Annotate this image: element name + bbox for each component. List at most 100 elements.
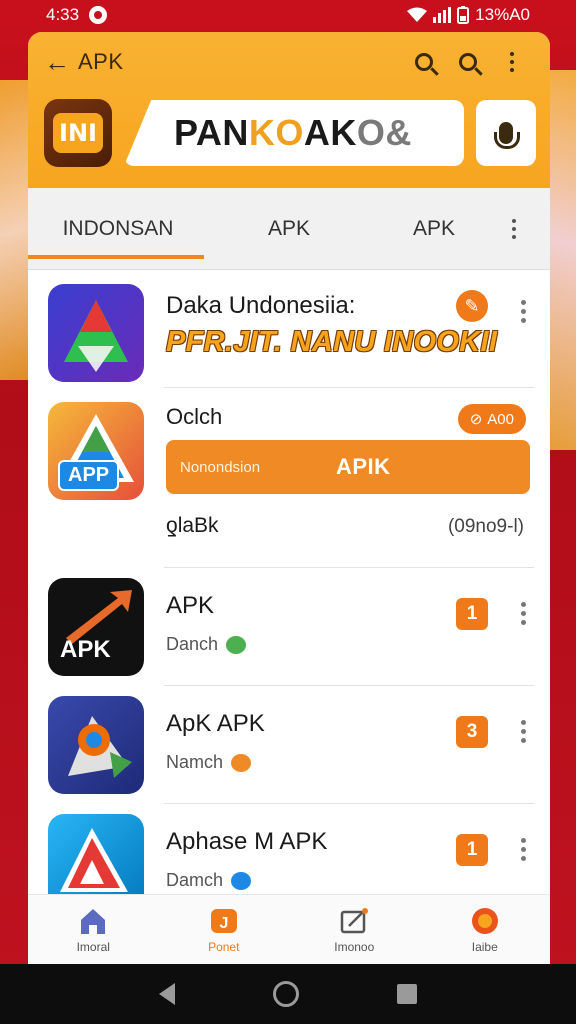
- search-text-part: K: [248, 112, 276, 153]
- tab-apk-2[interactable]: APK: [374, 217, 494, 241]
- active-tab-indicator: [28, 255, 204, 259]
- search-row: INI PAN K O AK O &: [28, 92, 550, 174]
- tab-indonsan[interactable]: INDONSAN: [28, 217, 204, 241]
- nav-item-apps[interactable]: J Ponet: [159, 895, 290, 964]
- promo-title: PFR.JIT. NANU INOOKII: [166, 326, 498, 358]
- add-button[interactable]: ⊘ A00: [457, 404, 526, 434]
- status-bar: 4:33 13%A0: [0, 0, 576, 30]
- battery-icon: [457, 6, 470, 24]
- nav-item-profile[interactable]: Iaibe: [420, 895, 551, 964]
- app-icon: APK: [48, 578, 144, 676]
- bottom-navigation: Imoral J Ponet Imonoo Iaibe: [28, 894, 550, 964]
- link-icon: ⊘: [469, 411, 483, 428]
- home-icon: [81, 908, 106, 934]
- apk-download-bar[interactable]: Nonondsion APIK: [166, 440, 530, 494]
- search-button-2[interactable]: [446, 40, 490, 84]
- status-time: 4:33: [46, 5, 80, 24]
- app-header: ← APK INI PAN K O AK O &: [28, 32, 550, 188]
- bar-note: Nonondsion: [180, 458, 261, 476]
- search-text-part: PAN: [174, 112, 249, 153]
- category-icon: [231, 872, 252, 891]
- search-icon: [415, 53, 433, 71]
- system-recents-icon[interactable]: [397, 984, 417, 1004]
- item-subtitle-text: Danch: [166, 634, 219, 654]
- add-button-label: A00: [487, 410, 514, 428]
- category-icon: [226, 636, 247, 655]
- item-title: ApK APK: [166, 710, 265, 737]
- featured-item[interactable]: APP Oclch ⊘ A00 Nonondsion APIK ƍlaBk (0…: [28, 388, 550, 568]
- app-icon: [48, 284, 144, 382]
- app-icon: APP: [48, 402, 144, 500]
- list-item[interactable]: APK APK Danch 1: [28, 568, 550, 686]
- item-menu-button[interactable]: [521, 602, 526, 625]
- system-navigation-bar: [0, 964, 576, 1024]
- app-window: ← APK INI PAN K O AK O & INDONSAN APK AP…: [28, 32, 550, 964]
- app-logo[interactable]: INI: [44, 99, 112, 167]
- search-text-part: O: [356, 112, 386, 153]
- item-subtitle: Damch: [166, 870, 252, 891]
- category-icon: [231, 754, 252, 773]
- system-home-icon[interactable]: [273, 981, 299, 1007]
- app-icon-label: APP: [58, 460, 120, 491]
- search-text-part: O: [275, 112, 304, 153]
- more-vertical-icon: [521, 602, 526, 625]
- svg-text:J: J: [219, 915, 228, 932]
- item-title: Aphase M APK: [166, 828, 328, 855]
- item-menu-button[interactable]: [521, 838, 526, 861]
- app-icon: [48, 696, 144, 794]
- more-vertical-icon: [521, 300, 526, 323]
- more-vertical-icon: [521, 720, 526, 743]
- item-footer-left: ƍlaBk: [166, 514, 219, 537]
- app-logo-text: INI: [53, 113, 103, 153]
- search-button[interactable]: [402, 40, 446, 84]
- location-logo-icon: [68, 716, 132, 778]
- item-title: APK: [166, 592, 215, 619]
- voice-search-button[interactable]: [476, 100, 536, 166]
- top-app-bar: ← APK: [28, 32, 550, 92]
- nav-label: Ponet: [208, 939, 240, 954]
- apps-icon: J: [210, 908, 237, 933]
- item-subtitle-text: Namch: [166, 752, 224, 772]
- rank-badge: 3: [456, 716, 488, 748]
- edit-box-icon: [341, 907, 369, 933]
- nav-label: Iaibe: [471, 939, 498, 954]
- signal-icon: [433, 7, 452, 23]
- more-vertical-icon: [512, 218, 516, 239]
- nav-item-updates[interactable]: Imonoo: [289, 895, 420, 964]
- item-footer-right: (09no9-l): [447, 516, 524, 537]
- app-icon-label: APK: [60, 636, 111, 663]
- bar-label: APIK: [336, 454, 391, 479]
- nav-label: Imoral: [76, 939, 110, 954]
- item-title: Daka Undonesiia:: [166, 292, 356, 319]
- item-menu-button[interactable]: [521, 300, 526, 323]
- item-subtitle: Namch: [166, 752, 252, 773]
- item-subtitle: Danch: [166, 634, 247, 655]
- top-bar-title: APK: [78, 49, 124, 74]
- nav-label: Imonoo: [334, 939, 375, 954]
- rank-badge: 1: [456, 834, 488, 866]
- list-item[interactable]: ApK APK Namch 3: [28, 686, 550, 804]
- wifi-icon: [407, 7, 428, 22]
- overflow-menu-button[interactable]: [490, 40, 534, 84]
- search-text-part: AK: [303, 112, 357, 153]
- edit-icon[interactable]: ✎: [456, 290, 488, 322]
- nav-item-home[interactable]: Imoral: [28, 895, 159, 964]
- notification-icon: [89, 6, 108, 24]
- list-item[interactable]: Daka Undonesiia: PFR.JIT. NANU INOOKII ✎: [28, 270, 550, 388]
- list-item[interactable]: Aphase M APK Damch 1: [28, 804, 550, 912]
- back-arrow-icon[interactable]: ←: [44, 47, 78, 78]
- system-back-icon[interactable]: [159, 983, 175, 1005]
- more-vertical-icon: [521, 838, 526, 861]
- tabs-more-button[interactable]: [494, 218, 534, 239]
- tab-apk[interactable]: APK: [204, 217, 374, 241]
- item-menu-button[interactable]: [521, 720, 526, 743]
- item-title: Oclch: [166, 404, 223, 429]
- triangle-logo-icon: [64, 300, 128, 372]
- more-vertical-icon: [510, 52, 514, 72]
- profile-icon: [471, 907, 498, 934]
- search-text-part: &: [385, 112, 412, 153]
- search-input[interactable]: PAN K O AK O &: [124, 100, 464, 166]
- search-icon: [459, 53, 477, 71]
- item-subtitle-text: Damch: [166, 870, 224, 890]
- status-right-text: 13%A0: [475, 5, 530, 24]
